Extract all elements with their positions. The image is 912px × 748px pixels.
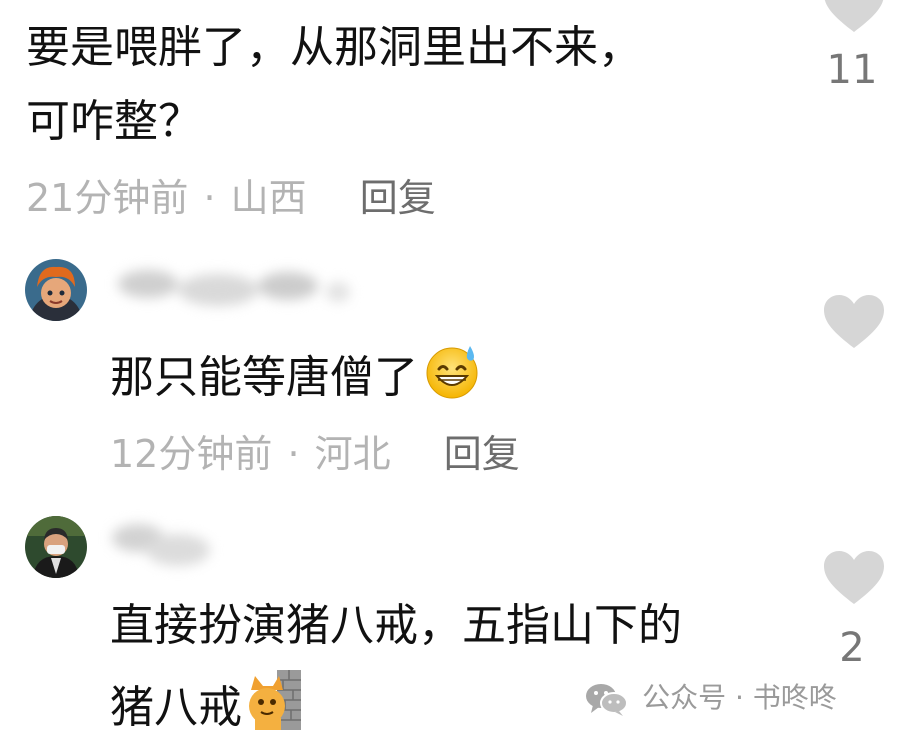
avatar[interactable] bbox=[25, 516, 87, 578]
username-redacted bbox=[108, 262, 358, 312]
cat-behind-wall-emoji bbox=[249, 670, 302, 730]
comment-location: 山西 bbox=[230, 176, 307, 220]
like-heart-icon[interactable] bbox=[823, 550, 885, 606]
comment-text-line: 可咋整？ bbox=[26, 96, 202, 147]
comment-text-row: 那只能等唐僧了 bbox=[110, 342, 481, 406]
comment-meta: 21分钟前 · 山西 回复 bbox=[26, 176, 436, 220]
comment-time: 21分钟前 bbox=[26, 176, 189, 220]
like-heart-icon[interactable] bbox=[823, 294, 885, 350]
meta-separator: · bbox=[203, 176, 216, 220]
avatar[interactable] bbox=[25, 259, 87, 321]
meta-separator: · bbox=[287, 432, 300, 476]
comment-text-line: 猪八戒 bbox=[110, 682, 242, 733]
comment-text-line: 那只能等唐僧了 bbox=[110, 352, 418, 403]
watermark: 公众号 · 书咚咚 bbox=[585, 680, 837, 717]
username-redacted bbox=[108, 516, 218, 576]
like-heart-icon[interactable] bbox=[823, 0, 885, 34]
like-count: 2 bbox=[839, 625, 865, 671]
comment-text-line: 直接扮演猪八戒，五指山下的 bbox=[110, 600, 682, 651]
reply-button[interactable]: 回复 bbox=[444, 432, 520, 476]
grinning-sweat-emoji bbox=[426, 346, 478, 399]
wechat-icon bbox=[586, 684, 628, 716]
comment-location: 河北 bbox=[314, 432, 391, 476]
comment-meta: 12分钟前 · 河北 回复 bbox=[110, 432, 520, 476]
like-count: 11 bbox=[826, 47, 878, 93]
comment-time: 12分钟前 bbox=[110, 432, 273, 476]
reply-button[interactable]: 回复 bbox=[360, 176, 436, 220]
comment-text-line: 要是喂胖了，从那洞里出不来， bbox=[26, 22, 642, 73]
comment-text-row: 猪八戒 bbox=[110, 670, 303, 736]
watermark-text: 公众号 · 书咚咚 bbox=[642, 681, 837, 714]
